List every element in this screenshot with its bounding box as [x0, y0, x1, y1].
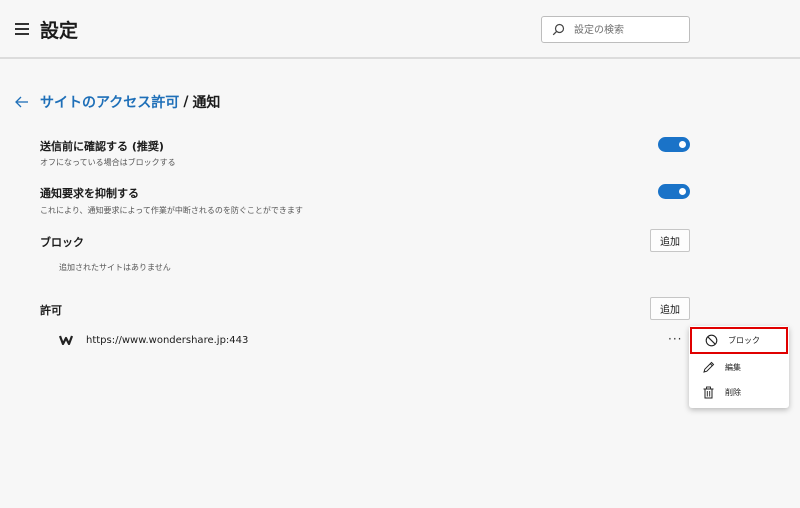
quiet-requests-toggle[interactable] — [658, 184, 690, 199]
settings-header: 設定 — [0, 0, 800, 59]
menu-item-label: ブロック — [728, 336, 760, 345]
page-title: 設定 — [40, 20, 79, 42]
search-icon — [552, 23, 565, 36]
allow-section-title: 許可 — [40, 304, 62, 317]
wondershare-icon — [59, 335, 73, 345]
breadcrumb-separator: / — [183, 94, 189, 110]
block-icon — [705, 334, 718, 347]
more-actions-button[interactable]: ··· — [668, 333, 682, 345]
menu-icon[interactable] — [15, 23, 29, 35]
ask-before-sending-desc: オフになっている場合はブロックする — [40, 158, 176, 167]
menu-item-label: 削除 — [725, 387, 741, 397]
breadcrumb-current: 通知 — [192, 95, 221, 111]
ask-before-sending-toggle[interactable] — [658, 137, 690, 152]
delete-icon — [703, 386, 714, 398]
back-arrow-icon[interactable] — [14, 95, 30, 109]
edit-icon — [703, 361, 715, 373]
settings-search[interactable] — [541, 16, 690, 43]
search-input[interactable] — [572, 21, 686, 40]
ask-before-sending-title: 送信前に確認する (推奨) — [40, 140, 164, 153]
quiet-requests-title: 通知要求を抑制する — [40, 187, 139, 200]
menu-item-edit[interactable]: 編集 — [689, 355, 789, 379]
block-empty-text: 追加されたサイトはありません — [59, 263, 171, 272]
breadcrumb: サイトのアクセス許可 / 通知 — [14, 92, 220, 112]
menu-item-delete[interactable]: 削除 — [689, 380, 789, 404]
menu-item-block[interactable]: ブロック — [690, 327, 788, 354]
site-context-menu: ブロック 編集 削除 — [689, 326, 789, 408]
block-add-button[interactable]: 追加 — [650, 229, 690, 252]
block-section-title: ブロック — [40, 236, 84, 249]
quiet-requests-desc: これにより、通知要求によって作業が中断されるのを防ぐことができます — [40, 206, 303, 215]
list-item: https://www.wondershare.jp:443 — [59, 333, 248, 347]
menu-item-label: 編集 — [725, 362, 741, 372]
allow-add-button[interactable]: 追加 — [650, 297, 690, 320]
breadcrumb-site-permissions-link[interactable]: サイトのアクセス許可 — [40, 92, 179, 112]
site-url: https://www.wondershare.jp:443 — [86, 334, 249, 346]
